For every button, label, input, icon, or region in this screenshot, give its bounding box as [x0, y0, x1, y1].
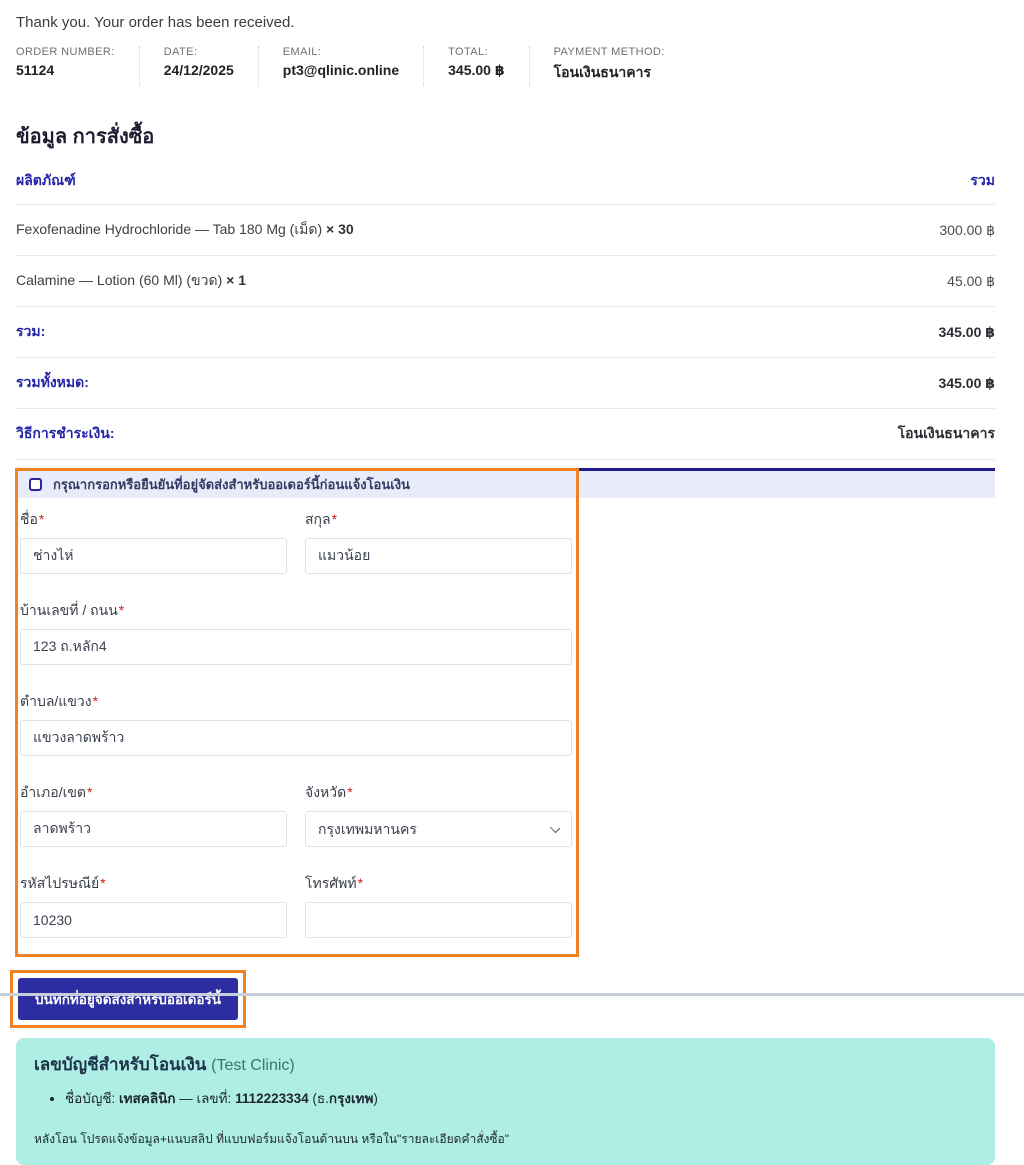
bank-info-title: เลขบัญชีสำหรับโอนเงิน (Test Clinic): [34, 1051, 977, 1078]
payment-method-row-label: วิธีการชำระเงิน:: [16, 409, 776, 460]
required-asterisk: *: [100, 875, 105, 891]
required-asterisk: *: [93, 693, 98, 709]
phone-label: โทรศัพท์*: [305, 873, 572, 895]
first-name-input[interactable]: [20, 538, 287, 574]
order-number-value: 51124: [16, 62, 115, 78]
order-total-value: 345.00 ฿: [448, 62, 504, 79]
district-label: อำเภอ/เขต*: [20, 782, 287, 804]
after-transfer-note: หลังโอน โปรดแจ้งข้อมูล+แนบสลิป ที่แบบฟอร…: [34, 1130, 977, 1149]
product-column-header: ผลิตภัณฑ์: [16, 166, 776, 205]
line-total-cell: 45.00 ฿: [776, 256, 995, 307]
province-label: จังหวัด*: [305, 782, 572, 804]
address-label: บ้านเลขที่ / ถนน*: [20, 600, 572, 622]
grand-total-row: รวมทั้งหมด: 345.00 ฿: [16, 358, 995, 409]
order-date-item: DATE: 24/12/2025: [139, 46, 258, 86]
payment-method-label: PAYMENT METHOD:: [554, 46, 665, 58]
order-total-item: TOTAL: 345.00 ฿: [423, 46, 528, 86]
shipping-form-fields: ชื่อ* สกุล* บ้านเลขที่ / ถนน* ตำบล/แขวง*: [16, 498, 572, 954]
line-total-cell: 300.00 ฿: [776, 205, 995, 256]
payment-method-row: วิธีการชำระเงิน: โอนเงินธนาคาร: [16, 409, 995, 460]
product-name: Calamine — Lotion (60 Ml) (ขวด): [16, 272, 222, 288]
product-qty: × 30: [326, 221, 354, 237]
thank-you-message: Thank you. Your order has been received.: [16, 14, 995, 31]
button-highlight-ring: บันทึกที่อยู่จัดส่งสำหรับออเดอร์นี้: [10, 970, 246, 1028]
required-asterisk: *: [39, 511, 44, 527]
table-header-row: ผลิตภัณฑ์ รวม: [16, 166, 995, 205]
bank-transfer-info-box: เลขบัญชีสำหรับโอนเงิน (Test Clinic) ชื่อ…: [16, 1038, 995, 1165]
bank-account-list: ชื่อบัญชี: เทสคลินิก — เลขที่: 111222333…: [65, 1087, 977, 1109]
payment-method-value: โอนเงินธนาคาร: [554, 62, 665, 84]
order-email-item: EMAIL: pt3@qlinic.online: [258, 46, 423, 86]
order-number-item: ORDER NUMBER: 51124: [16, 46, 139, 86]
address-input[interactable]: [20, 629, 572, 665]
bank-account-item: ชื่อบัญชี: เทสคลินิก — เลขที่: 111222333…: [65, 1087, 977, 1109]
clinic-name: (Test Clinic): [211, 1057, 295, 1074]
required-asterisk: *: [87, 784, 92, 800]
account-number: 1112223334: [235, 1091, 309, 1106]
order-item-row: Calamine — Lotion (60 Ml) (ขวด) × 1 45.0…: [16, 256, 995, 307]
order-details-title: ข้อมูล การสั่งซื้อ: [16, 120, 995, 152]
dash-separator: —: [179, 1091, 193, 1106]
first-name-field-group: ชื่อ*: [20, 509, 287, 574]
order-total-label: TOTAL:: [448, 46, 504, 58]
postcode-label: รหัสไปรษณีย์*: [20, 873, 287, 895]
last-name-input[interactable]: [305, 538, 572, 574]
province-select[interactable]: กรุงเทพมหานคร: [305, 811, 572, 847]
payment-method-item: PAYMENT METHOD: โอนเงินธนาคาร: [529, 46, 689, 86]
subtotal-label: รวม:: [16, 307, 776, 358]
required-asterisk: *: [347, 784, 352, 800]
first-name-label: ชื่อ*: [20, 509, 287, 531]
subtotal-row: รวม: 345.00 ฿: [16, 307, 995, 358]
postcode-input[interactable]: [20, 902, 287, 938]
order-items-table: ผลิตภัณฑ์ รวม Fexofenadine Hydrochloride…: [16, 166, 995, 460]
bottom-divider: [0, 993, 1024, 996]
required-asterisk: *: [358, 875, 363, 891]
order-email-value: pt3@qlinic.online: [283, 62, 399, 78]
product-name-cell: Fexofenadine Hydrochloride — Tab 180 Mg …: [16, 205, 776, 256]
product-name: Fexofenadine Hydrochloride — Tab 180 Mg …: [16, 221, 322, 237]
province-field-group: จังหวัด* กรุงเทพมหานคร: [305, 782, 572, 847]
phone-input[interactable]: [305, 902, 572, 938]
account-name: เทสคลินิก: [119, 1091, 175, 1106]
save-address-button[interactable]: บันทึกที่อยู่จัดส่งสำหรับออเดอร์นี้: [18, 978, 238, 1020]
subtotal-value: 345.00 ฿: [776, 307, 995, 358]
form-header-bar: กรุณากรอกหรือยืนยันที่อยู่จัดส่งสำหรับออ…: [16, 471, 995, 498]
subdistrict-field-group: ตำบล/แขวง*: [20, 691, 572, 756]
required-asterisk: *: [119, 602, 124, 618]
account-number-label: เลขที่:: [197, 1091, 232, 1106]
confirm-address-checkbox[interactable]: [29, 478, 42, 491]
grand-total-label: รวมทั้งหมด:: [16, 358, 776, 409]
district-input[interactable]: [20, 811, 287, 847]
subdistrict-label: ตำบล/แขวง*: [20, 691, 572, 713]
account-name-label: ชื่อบัญชี:: [65, 1091, 115, 1106]
product-qty: × 1: [226, 272, 246, 288]
address-field-group: บ้านเลขที่ / ถนน*: [20, 600, 572, 665]
last-name-field-group: สกุล*: [305, 509, 572, 574]
order-date-label: DATE:: [164, 46, 234, 58]
last-name-label: สกุล*: [305, 509, 572, 531]
grand-total-value: 345.00 ฿: [776, 358, 995, 409]
required-asterisk: *: [332, 511, 337, 527]
order-item-row: Fexofenadine Hydrochloride — Tab 180 Mg …: [16, 205, 995, 256]
shipping-address-form-section: กรุณากรอกหรือยืนยันที่อยู่จัดส่งสำหรับออ…: [16, 468, 995, 954]
order-date-value: 24/12/2025: [164, 62, 234, 78]
bank-name: (ธ.กรุงเทพ): [312, 1091, 377, 1106]
payment-method-row-value: โอนเงินธนาคาร: [776, 409, 995, 460]
bank-info-title-text: เลขบัญชีสำหรับโอนเงิน: [34, 1055, 206, 1074]
postcode-field-group: รหัสไปรษณีย์*: [20, 873, 287, 938]
phone-field-group: โทรศัพท์*: [305, 873, 572, 938]
total-column-header: รวม: [776, 166, 995, 205]
district-field-group: อำเภอ/เขต*: [20, 782, 287, 847]
order-number-label: ORDER NUMBER:: [16, 46, 115, 58]
subdistrict-input[interactable]: [20, 720, 572, 756]
form-header-text: กรุณากรอกหรือยืนยันที่อยู่จัดส่งสำหรับออ…: [53, 474, 410, 495]
order-email-label: EMAIL:: [283, 46, 399, 58]
order-meta-strip: ORDER NUMBER: 51124 DATE: 24/12/2025 EMA…: [16, 46, 995, 86]
product-name-cell: Calamine — Lotion (60 Ml) (ขวด) × 1: [16, 256, 776, 307]
